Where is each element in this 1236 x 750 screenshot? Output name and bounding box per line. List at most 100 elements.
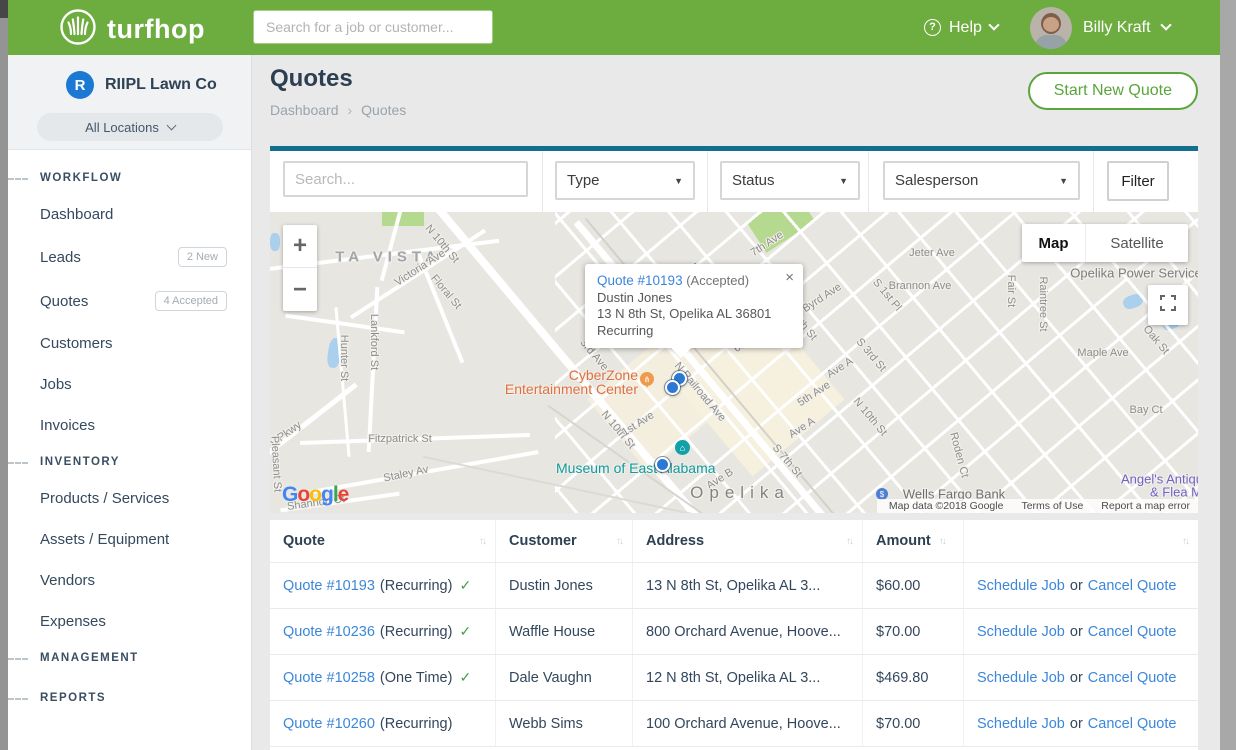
salesperson-select[interactable]: Salesperson ▼ xyxy=(883,161,1080,200)
cancel-quote-link[interactable]: Cancel Quote xyxy=(1088,716,1177,732)
column-label: Address xyxy=(646,533,704,549)
map-label-lankford-st: Lankford St xyxy=(368,314,380,370)
chevron-down-icon xyxy=(1160,19,1171,30)
report-map-error-link[interactable]: Report a map error xyxy=(1101,500,1190,512)
map-attribution: Map data ©2018 Google Terms of Use Repor… xyxy=(877,499,1198,513)
sidebar-item-label: Vendors xyxy=(40,572,95,589)
amount-cell: $70.00 xyxy=(862,701,963,746)
map-label-raintree-st: Raintree St xyxy=(1037,276,1049,331)
actions-cell: Schedule JoborCancel Quote xyxy=(963,563,1198,608)
map-zoom-control: + − xyxy=(283,225,317,311)
column-header-actions[interactable]: ↑↓ xyxy=(963,520,1198,562)
terms-of-use-link[interactable]: Terms of Use xyxy=(1021,500,1083,512)
map-data-credit: Map data ©2018 Google xyxy=(889,500,1004,512)
user-menu[interactable]: Billy Kraft xyxy=(1030,0,1170,55)
quote-link[interactable]: Quote #10193 xyxy=(283,578,375,594)
brand-logo[interactable]: turfhop xyxy=(58,7,205,52)
poi-cyberzone-line2: Entertainment Center xyxy=(505,382,638,396)
sidebar-item-expenses[interactable]: Expenses xyxy=(8,601,251,642)
column-header-customer[interactable]: Customer ↑↓ xyxy=(495,520,632,562)
type-select-value: Type xyxy=(567,172,600,189)
quote-link[interactable]: Quote #10258 xyxy=(283,670,375,686)
museum-icon[interactable]: ⌂ xyxy=(675,440,690,455)
column-header-address[interactable]: Address ↑↓ xyxy=(632,520,862,562)
fullscreen-button[interactable] xyxy=(1148,285,1188,325)
company-name: RIIPL Lawn Co xyxy=(105,76,217,94)
satellite-view-button[interactable]: Satellite xyxy=(1085,224,1188,262)
info-address: 13 N 8th St, Opelika AL 36801 xyxy=(597,306,791,323)
table-row: Quote #10236(Recurring)✓Waffle House800 … xyxy=(270,608,1198,654)
start-new-quote-button[interactable]: Start New Quote xyxy=(1028,72,1198,110)
sidebar-item-quotes[interactable]: Quotes4 Accepted xyxy=(8,279,251,323)
customer-cell: Waffle House xyxy=(495,609,632,654)
info-quote-link[interactable]: Quote #10193 xyxy=(597,273,683,288)
schedule-job-link[interactable]: Schedule Job xyxy=(977,716,1065,732)
address-cell: 13 N 8th St, Opelika AL 3... xyxy=(632,563,862,608)
dollar-glyph: $ xyxy=(880,490,884,499)
sidebar-item-invoices[interactable]: Invoices xyxy=(8,405,251,446)
sidebar-item-label: Expenses xyxy=(40,613,106,630)
quote-link[interactable]: Quote #10236 xyxy=(283,624,375,640)
avatar[interactable] xyxy=(1030,7,1072,49)
sort-icon: ↑↓ xyxy=(939,536,945,547)
sidebar-section-inventory: INVENTORY xyxy=(8,446,251,478)
sidebar-item-leads[interactable]: Leads2 New xyxy=(8,235,251,279)
zoom-out-button[interactable]: − xyxy=(283,268,317,311)
zoom-in-button[interactable]: + xyxy=(283,225,317,268)
map-label-opelika: Opelika xyxy=(690,483,790,503)
global-search-input[interactable] xyxy=(253,10,493,44)
cancel-quote-link[interactable]: Cancel Quote xyxy=(1088,624,1177,640)
page-scrollbar[interactable] xyxy=(1220,0,1236,750)
map-label-opelika-power-service: Opelika Power Service xyxy=(1070,266,1198,281)
quote-cell: Quote #10258(One Time)✓ xyxy=(270,655,495,700)
sidebar-item-dashboard[interactable]: Dashboard xyxy=(8,194,251,235)
road xyxy=(334,307,350,457)
sort-icon: ↑↓ xyxy=(616,536,622,547)
sidebar-item-jobs[interactable]: Jobs xyxy=(8,364,251,405)
sidebar-nav: WORKFLOWDashboardLeads2 NewQuotes4 Accep… xyxy=(8,150,251,714)
sidebar-item-vendors[interactable]: Vendors xyxy=(8,560,251,601)
status-select[interactable]: Status ▼ xyxy=(720,161,860,200)
schedule-job-link[interactable]: Schedule Job xyxy=(977,670,1065,686)
google-logo[interactable]: Google xyxy=(282,483,348,507)
help-menu[interactable]: ? Help xyxy=(924,0,998,55)
app-window: turfhop ? Help Billy Kraft R RIIPL Lawn … xyxy=(8,0,1220,750)
column-header-amount[interactable]: Amount ↑↓ xyxy=(862,520,963,562)
divider xyxy=(1093,151,1094,212)
schedule-job-link[interactable]: Schedule Job xyxy=(977,578,1065,594)
cancel-quote-link[interactable]: Cancel Quote xyxy=(1088,670,1177,686)
accepted-check-icon: ✓ xyxy=(459,623,471,640)
road xyxy=(285,314,404,335)
sidebar-item-assets-equipment[interactable]: Assets / Equipment xyxy=(8,519,251,560)
quotes-search-input[interactable] xyxy=(283,161,528,197)
quote-type: (Recurring) xyxy=(380,716,453,732)
quote-marker[interactable] xyxy=(665,380,680,395)
column-label: Customer xyxy=(509,533,577,549)
amount-cell: $60.00 xyxy=(862,563,963,608)
quote-type: (Recurring) xyxy=(380,578,453,594)
sidebar-item-customers[interactable]: Customers xyxy=(8,323,251,364)
quote-type: (Recurring) xyxy=(380,624,453,640)
fork-glyph: ⋔ xyxy=(644,375,651,384)
map-label-fitzpatrick-st: Fitzpatrick St xyxy=(368,433,432,445)
dropdown-arrow-icon: ▼ xyxy=(839,176,848,186)
table-row: Quote #10193(Recurring)✓Dustin Jones13 N… xyxy=(270,562,1198,608)
type-select[interactable]: Type ▼ xyxy=(555,161,695,200)
company-logo-icon: R xyxy=(66,71,94,99)
schedule-job-link[interactable]: Schedule Job xyxy=(977,624,1065,640)
column-header-quote[interactable]: Quote ↑↓ xyxy=(270,520,495,562)
location-selector[interactable]: All Locations xyxy=(37,113,223,141)
map-info-window: Quote #10193 (Accepted) Dustin Jones 13 … xyxy=(585,264,803,348)
sidebar-item-products-services[interactable]: Products / Services xyxy=(8,478,251,519)
sidebar-section-reports: REPORTS xyxy=(8,682,251,714)
map-canvas[interactable]: TA VISTAVictoria AveFloral StN 10th StN … xyxy=(270,212,1198,513)
cancel-quote-link[interactable]: Cancel Quote xyxy=(1088,578,1177,594)
filter-button[interactable]: Filter xyxy=(1107,161,1169,201)
restaurant-pin-icon[interactable]: ⋔ xyxy=(640,372,654,386)
map-view-button[interactable]: Map xyxy=(1022,224,1085,262)
quote-link[interactable]: Quote #10260 xyxy=(283,716,375,732)
breadcrumb-dashboard[interactable]: Dashboard xyxy=(270,102,339,118)
close-icon[interactable]: × xyxy=(785,270,794,285)
brand-name: turfhop xyxy=(107,14,205,45)
quote-marker[interactable] xyxy=(655,457,670,472)
